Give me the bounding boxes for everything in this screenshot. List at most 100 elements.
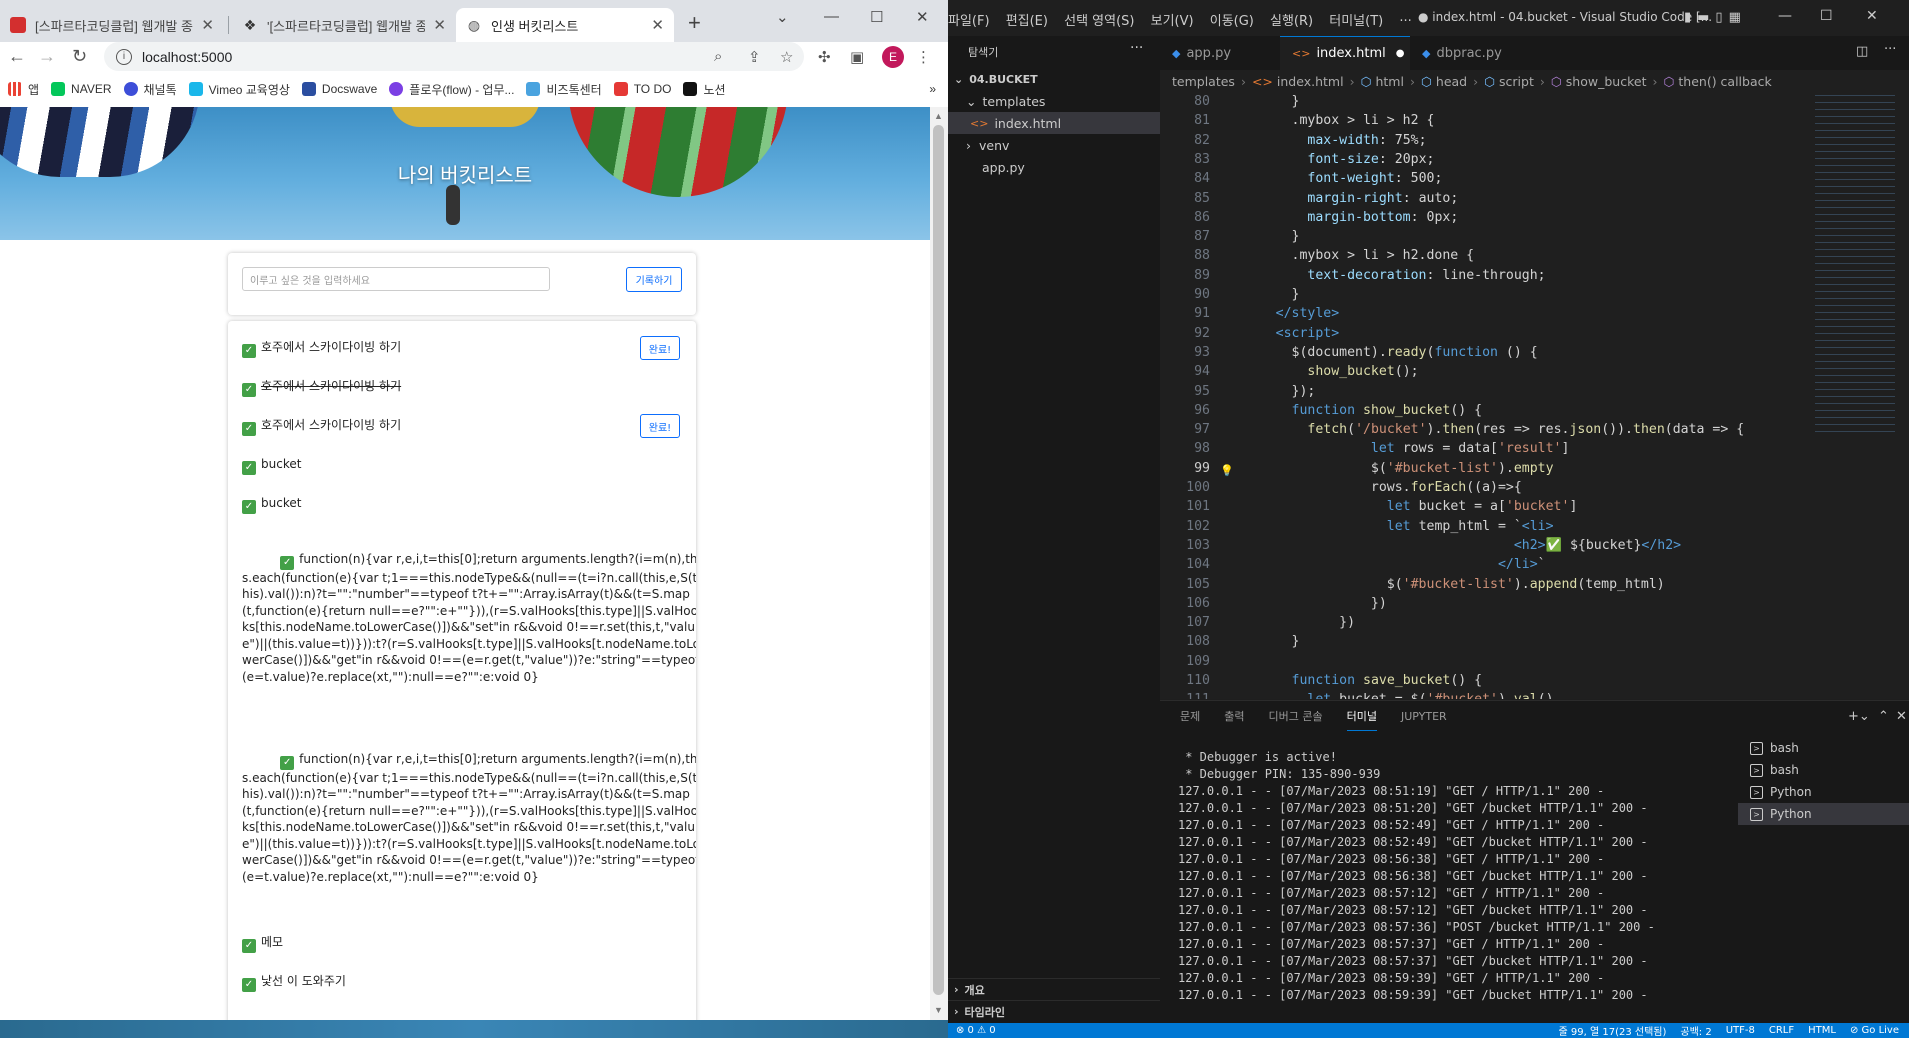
side-panel-icon[interactable]: ▣ — [850, 48, 864, 66]
tree-item-app-py[interactable]: app.py — [948, 156, 1160, 178]
bookmark-star-icon[interactable]: ☆ — [780, 48, 793, 66]
terminal-item-python[interactable]: > Python — [1738, 803, 1909, 825]
encoding[interactable]: UTF-8 — [1726, 1025, 1755, 1036]
close-tab-icon[interactable]: ✕ — [651, 16, 664, 34]
bookmarks-overflow-icon[interactable]: » — [929, 82, 936, 96]
code-line[interactable]: 99 $('#bucket-list').empty 💡 — [1160, 461, 1909, 480]
tab-output[interactable]: 출력 — [1224, 701, 1244, 731]
code-line[interactable]: 105 $('#bucket-list').append(temp_html) — [1160, 577, 1909, 596]
tree-item-venv[interactable]: › venv — [948, 134, 1160, 156]
minimize-button[interactable]: — — [824, 8, 839, 25]
code-line[interactable]: 106 }) — [1160, 596, 1909, 615]
line-ending[interactable]: CRLF — [1769, 1025, 1794, 1036]
breadcrumb-item[interactable]: show_bucket — [1566, 74, 1647, 89]
breadcrumb-item[interactable]: script — [1499, 74, 1534, 89]
terminal-output[interactable]: * Debugger is active! * Debugger PIN: 13… — [1178, 749, 1778, 1004]
split-editor-icon[interactable]: ◫ — [1856, 44, 1868, 59]
code-line[interactable]: 85 margin-right: auto; — [1160, 191, 1909, 210]
page-scrollbar[interactable]: ▲ ▼ — [930, 107, 948, 1020]
problems-count[interactable]: ⊗ 0 ⚠ 0 — [956, 1025, 996, 1036]
close-window-button[interactable]: ✕ — [1866, 8, 1878, 24]
code-line[interactable]: 107 }) — [1160, 615, 1909, 634]
terminal-item-bash[interactable]: > bash — [1738, 737, 1909, 759]
terminal-item-bash[interactable]: > bash — [1738, 759, 1909, 781]
back-icon[interactable]: ← — [8, 46, 26, 67]
new-tab-button[interactable]: + — [688, 10, 701, 36]
tab-terminal[interactable]: 터미널 — [1346, 701, 1377, 731]
menu-go[interactable]: 이동(G) — [1210, 14, 1254, 29]
code-line[interactable]: 94 show_bucket(); — [1160, 364, 1909, 383]
code-line[interactable]: 102 let temp_html = `<li> — [1160, 519, 1909, 538]
minimap[interactable] — [1815, 92, 1895, 432]
more-actions-icon[interactable]: ··· — [1884, 42, 1896, 57]
outline-section[interactable]: › 개요 — [948, 978, 1160, 1000]
code-line[interactable]: 87 } — [1160, 229, 1909, 248]
site-info-icon[interactable]: i — [116, 48, 132, 65]
menu-view[interactable]: 보기(V) — [1151, 14, 1194, 29]
code-line[interactable]: 82 max-width: 75%; — [1160, 133, 1909, 152]
bookmark-naver[interactable]: NAVER — [51, 82, 112, 96]
code-line[interactable]: 86 margin-bottom: 0px; — [1160, 210, 1909, 229]
code-line[interactable]: 95 }); — [1160, 384, 1909, 403]
code-line[interactable]: 92 <script> — [1160, 326, 1909, 345]
close-tab-icon[interactable]: ✕ — [201, 16, 214, 34]
forward-icon[interactable]: → — [38, 46, 56, 67]
maximize-button[interactable]: ☐ — [870, 8, 883, 26]
code-line[interactable]: 98 let rows = data['result'] — [1160, 441, 1909, 460]
tab-problems[interactable]: 문제 — [1180, 701, 1200, 731]
code-line[interactable]: 90 } — [1160, 287, 1909, 306]
code-line[interactable]: 89 text-decoration: line-through; — [1160, 268, 1909, 287]
breadcrumb-item[interactable]: head — [1436, 74, 1467, 89]
bookmark-docswave[interactable]: Docswave — [301, 82, 377, 96]
more-menu-icon[interactable]: ⋮ — [916, 48, 931, 66]
bucket-input[interactable]: 이루고 싶은 것을 입력하세요 — [242, 267, 550, 291]
menu-terminal[interactable]: 터미널(T) — [1329, 14, 1383, 29]
code-line[interactable]: 93 $(document).ready(function () { — [1160, 345, 1909, 364]
cursor-position[interactable]: 줄 99, 열 17(23 선택됨) — [1559, 1023, 1667, 1038]
code-line[interactable]: 84 font-weight: 500; — [1160, 171, 1909, 190]
code-line[interactable]: 103 <h2>✅ ${bucket}</h2> — [1160, 538, 1909, 557]
editor-tab-index-html[interactable]: <> index.html ● — [1280, 36, 1410, 70]
go-live-button[interactable]: ⊘ Go Live — [1850, 1025, 1899, 1036]
maximize-button[interactable]: ☐ — [1820, 8, 1833, 24]
tab-debug-console[interactable]: 디버그 콘솔 — [1269, 701, 1323, 731]
code-line[interactable]: 101 let bucket = a['bucket'] — [1160, 499, 1909, 518]
new-terminal-icon[interactable]: +⌄ — [1848, 709, 1870, 724]
indentation[interactable]: 공백: 2 — [1680, 1023, 1711, 1038]
menu-file[interactable]: 파일(F) — [948, 14, 990, 29]
layout-toggle-icons[interactable]: ▮▬▯▦ — [1684, 10, 1747, 25]
close-panel-icon[interactable]: ✕ — [1896, 709, 1907, 724]
browser-tab-3[interactable]: ◍ 인생 버킷리스트 ✕ — [456, 8, 674, 42]
add-bucket-button[interactable]: 기록하기 — [626, 267, 682, 292]
code-line[interactable]: 104 </li>` — [1160, 557, 1909, 576]
code-line[interactable]: 109 — [1160, 654, 1909, 673]
bookmark-channeltalk[interactable]: 채널톡 — [123, 81, 177, 98]
code-line[interactable]: 91 </style> — [1160, 306, 1909, 325]
profile-avatar[interactable]: E — [882, 46, 904, 68]
tree-item-templates[interactable]: ⌄ templates — [948, 90, 1160, 112]
breadcrumb-item[interactable]: html — [1375, 74, 1403, 89]
breadcrumb-item[interactable]: index.html — [1277, 74, 1344, 89]
editor-tab-dbprac-py[interactable]: ◆ dbprac.py — [1410, 36, 1540, 70]
scroll-up-icon[interactable]: ▲ — [934, 111, 943, 121]
tree-item-04-bucket[interactable]: ⌄ 04.BUCKET — [948, 68, 1160, 90]
bookmark-biztalk[interactable]: 비즈톡센터 — [526, 81, 602, 98]
minimize-button[interactable]: — — [1778, 8, 1792, 24]
bookmark-notion[interactable]: 노션 — [683, 81, 726, 98]
extensions-icon[interactable]: ✣ — [818, 48, 831, 66]
bookmark-apps[interactable]: 앱 — [8, 81, 39, 98]
done-button[interactable]: 완료! — [640, 414, 680, 438]
terminal-item-python[interactable]: > Python — [1738, 781, 1909, 803]
code-line[interactable]: 108 } — [1160, 634, 1909, 653]
timeline-section[interactable]: › 타임라인 — [948, 1000, 1160, 1022]
scroll-down-icon[interactable]: ▼ — [934, 1005, 943, 1015]
scroll-thumb[interactable] — [933, 125, 944, 995]
breadcrumb-item[interactable]: templates — [1172, 74, 1235, 89]
maximize-panel-icon[interactable]: ⌃ — [1878, 709, 1889, 724]
code-line[interactable]: 111 let bucket = $('#bucket').val() — [1160, 692, 1909, 699]
bookmark-todo[interactable]: TO DO — [613, 82, 671, 96]
code-line[interactable]: 96 function show_bucket() { — [1160, 403, 1909, 422]
breadcrumb-item[interactable]: then() callback — [1678, 74, 1771, 89]
code-line[interactable]: 110 function save_bucket() { — [1160, 673, 1909, 692]
lightbulb-icon[interactable]: 💡 — [1220, 464, 1234, 477]
